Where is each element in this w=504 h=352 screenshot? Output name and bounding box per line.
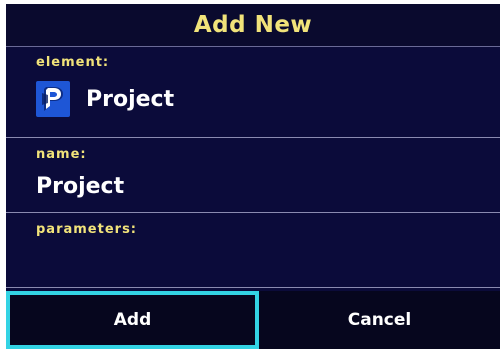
element-selector[interactable]: Project (36, 80, 174, 118)
divider (6, 287, 500, 288)
project-icon (36, 81, 70, 117)
divider (6, 137, 500, 138)
element-label: element: (36, 55, 110, 70)
dialog-title: Add New (193, 12, 313, 38)
element-value: Project (86, 86, 175, 112)
parameters-label: parameters: (36, 222, 138, 237)
button-bar: Add Cancel (6, 291, 500, 349)
cancel-button[interactable]: Cancel (259, 291, 500, 349)
name-label: name: (36, 147, 87, 162)
name-field[interactable]: Project (36, 174, 124, 199)
add-new-dialog: Add New element: Project name: Project p… (6, 4, 500, 349)
add-button[interactable]: Add (6, 291, 259, 349)
divider (6, 212, 500, 213)
dialog-header: Add New (6, 4, 500, 47)
